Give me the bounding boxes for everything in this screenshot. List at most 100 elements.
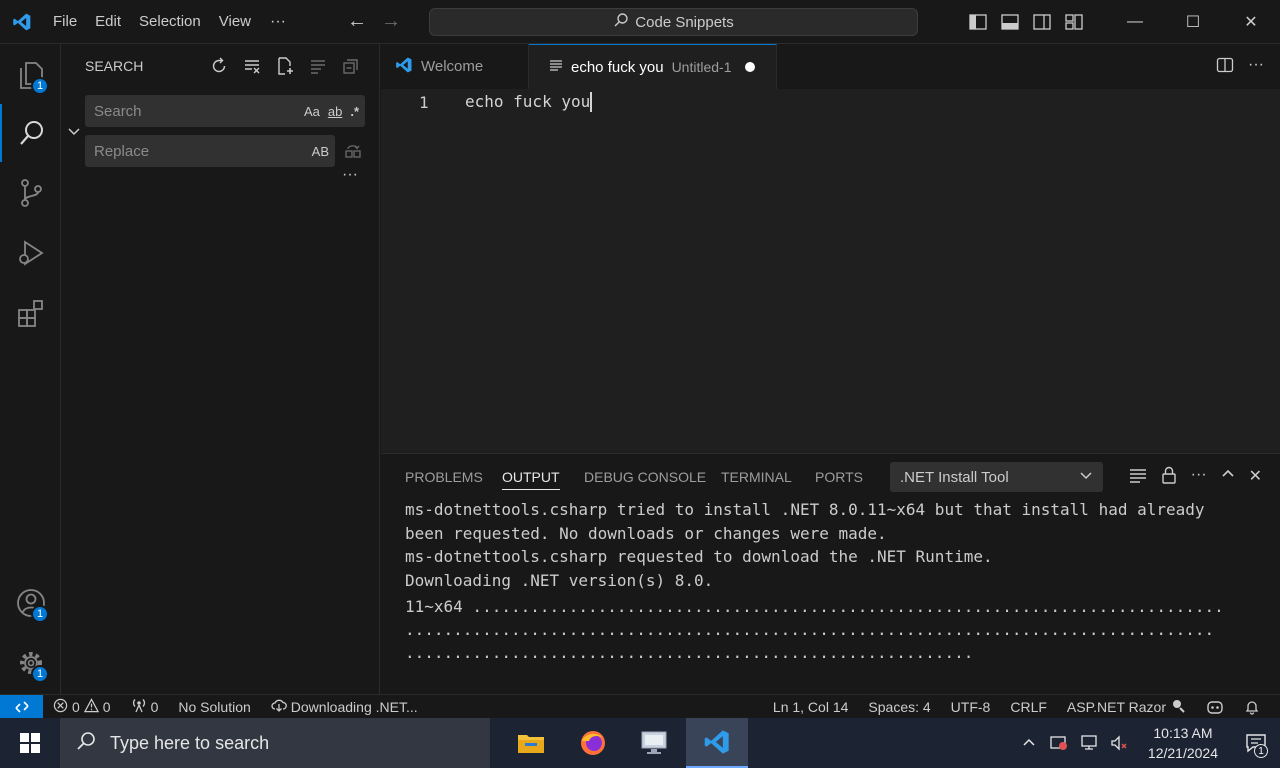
clear-output-icon[interactable] (1129, 466, 1147, 489)
clock[interactable]: 10:13 AM 12/21/2024 (1134, 723, 1232, 763)
output-channel-select[interactable]: .NET Install Tool (890, 462, 1103, 492)
toggle-replace-chevron-icon[interactable] (67, 124, 81, 141)
clear-results-icon[interactable] (242, 56, 262, 76)
panel-tab-ports[interactable]: PORTS (815, 469, 863, 485)
copilot-icon[interactable] (1196, 699, 1234, 715)
toggle-secondary-sidebar-icon[interactable] (1026, 0, 1058, 44)
search-icon (613, 12, 629, 32)
preserve-case-toggle[interactable]: AB (312, 144, 329, 159)
manage-gear-icon[interactable]: 1 (0, 634, 61, 692)
title-bar: File Edit Selection View ··· ← → Code Sn… (0, 0, 1280, 44)
network-icon[interactable] (1074, 718, 1104, 768)
problems-status[interactable]: 0 0 (43, 697, 121, 716)
volume-muted-icon[interactable] (1104, 718, 1134, 768)
language-mode-status[interactable]: ASP.NET Razor (1057, 698, 1196, 717)
download-status[interactable]: Downloading .NET... (261, 698, 428, 715)
language-config-icon (1170, 698, 1186, 717)
file-explorer-app-icon[interactable] (500, 718, 562, 768)
panel-more-icon[interactable]: ··· (1191, 466, 1207, 489)
output-line: ........................................… (405, 643, 974, 662)
refresh-icon[interactable] (209, 56, 229, 76)
menu-edit[interactable]: Edit (86, 0, 130, 44)
match-case-toggle[interactable]: Aa (304, 104, 320, 119)
cursor-position-status[interactable]: Ln 1, Col 14 (763, 699, 859, 715)
status-bar: 0 0 0 No Solution Downloading .NET... Ln… (0, 694, 1280, 719)
forward-arrow-icon[interactable]: → (374, 10, 408, 33)
remote-desktop-app-icon[interactable] (624, 718, 686, 768)
encoding-status[interactable]: UTF-8 (941, 699, 1001, 715)
customize-layout-icon[interactable] (1058, 0, 1090, 44)
close-panel-icon[interactable]: ✕ (1249, 466, 1262, 489)
menu-file[interactable]: File (44, 0, 86, 44)
maximize-icon[interactable]: ☐ (1164, 0, 1222, 44)
vscode-app-icon[interactable] (686, 718, 748, 768)
taskbar-search-icon (76, 731, 96, 756)
activity-bar: 1 1 1 (0, 44, 61, 694)
new-search-editor-icon[interactable] (275, 56, 295, 76)
minimize-icon[interactable]: — (1106, 0, 1164, 44)
tab-untitled-sub: Untitled-1 (671, 59, 732, 75)
explorer-icon[interactable]: 1 (0, 46, 61, 104)
lock-scroll-icon[interactable] (1161, 466, 1177, 489)
replace-all-icon[interactable] (344, 142, 362, 163)
tab-welcome[interactable]: Welcome (381, 44, 529, 89)
unsaved-dot-icon[interactable] (745, 62, 756, 72)
action-center-icon[interactable]: 1 (1232, 718, 1280, 768)
command-center-label: Code Snippets (635, 13, 734, 31)
panel-tab-terminal[interactable]: TERMINAL (721, 469, 792, 485)
tray-app-icon[interactable] (1044, 718, 1074, 768)
error-count: 0 (72, 698, 80, 715)
collapse-all-icon[interactable] (341, 56, 361, 76)
notifications-bell-icon[interactable] (1234, 699, 1270, 715)
replace-input[interactable]: Replace AB (85, 135, 335, 167)
file-lines-icon (549, 58, 563, 76)
menu-more-button[interactable]: ··· (260, 13, 296, 31)
notification-count: 1 (1254, 744, 1268, 758)
accounts-icon[interactable]: 1 (0, 574, 61, 632)
clock-date: 12/21/2024 (1147, 745, 1218, 761)
remote-indicator-icon[interactable] (0, 694, 43, 719)
close-window-icon[interactable]: ✕ (1222, 0, 1280, 44)
solution-status[interactable]: No Solution (168, 699, 260, 715)
toggle-panel-icon[interactable] (994, 0, 1026, 44)
split-editor-icon[interactable] (1216, 56, 1234, 77)
source-control-icon[interactable] (0, 164, 61, 222)
menu-view[interactable]: View (210, 0, 260, 44)
search-view-icon[interactable] (0, 104, 61, 162)
tab-welcome-label: Welcome (421, 58, 484, 75)
output-line: 11~x64 .................................… (405, 597, 1224, 616)
text-cursor (590, 92, 593, 113)
editor-more-actions-icon[interactable]: ··· (1248, 56, 1264, 77)
editor-line-text: echo fuck you (465, 91, 591, 111)
firefox-app-icon[interactable] (562, 718, 624, 768)
eol-status[interactable]: CRLF (1000, 699, 1057, 715)
view-as-tree-icon[interactable] (308, 56, 328, 76)
maximize-panel-icon[interactable] (1221, 466, 1235, 489)
show-hidden-icons-chevron[interactable] (1014, 718, 1044, 768)
taskbar-search-box[interactable]: Type here to search (60, 718, 490, 768)
panel-tab-problems[interactable]: PROBLEMS (405, 469, 483, 485)
code-editor[interactable]: 1 echo fuck you (381, 89, 1280, 453)
search-input-placeholder: Search (94, 102, 142, 120)
panel-tab-output[interactable]: OUTPUT (502, 469, 560, 490)
vscode-logo-icon (0, 0, 44, 44)
line-number: 1 (419, 92, 429, 112)
ports-status[interactable]: 0 (121, 697, 169, 716)
search-details-more[interactable]: ··· (342, 166, 358, 184)
match-whole-word-toggle[interactable]: ab (328, 104, 342, 119)
menu-selection[interactable]: Selection (130, 0, 210, 44)
clock-time: 10:13 AM (1153, 725, 1213, 741)
toggle-primary-sidebar-icon[interactable] (962, 0, 994, 44)
command-center[interactable]: Code Snippets (429, 8, 918, 36)
manage-badge: 1 (31, 665, 49, 683)
use-regex-toggle[interactable]: .* (350, 104, 359, 119)
indentation-status[interactable]: Spaces: 4 (858, 699, 940, 715)
panel-tab-debug-console[interactable]: DEBUG CONSOLE (584, 469, 706, 485)
tab-untitled-1[interactable]: echo fuck you Untitled-1 (529, 44, 777, 89)
search-sidebar: SEARCH Search Aa ab .* Replace AB ··· (61, 44, 380, 694)
windows-start-icon[interactable] (0, 718, 60, 768)
back-arrow-icon[interactable]: ← (340, 10, 374, 33)
search-input[interactable]: Search Aa ab .* (85, 95, 365, 127)
run-debug-icon[interactable] (0, 224, 61, 282)
extensions-icon[interactable] (0, 284, 61, 342)
